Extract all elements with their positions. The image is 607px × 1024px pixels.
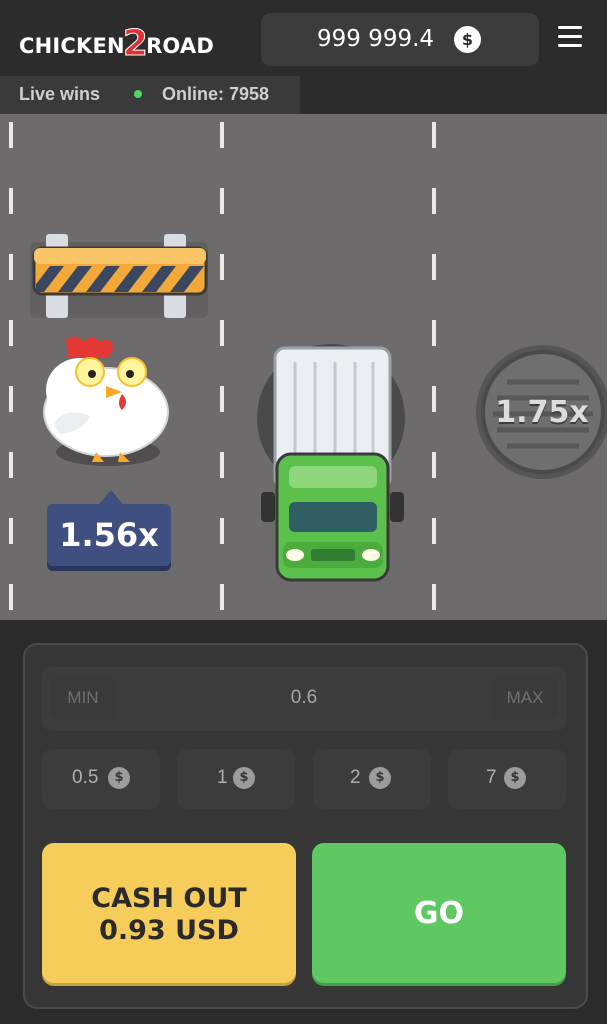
bet-control-panel: MIN 0.6 MAX 0.5 $ 1 $ 2 $ 7 $ CASH OUT 0…	[23, 643, 588, 1009]
lane-divider	[432, 114, 436, 620]
dollar-coin-icon: $	[233, 767, 255, 789]
game-logo: CHICKEN2ROAD	[19, 22, 215, 64]
online-count: Online: 7958	[162, 84, 270, 104]
logo-text-chicken: CHICKEN	[19, 34, 125, 58]
quick-bet-chip-1[interactable]: 1 $	[177, 749, 295, 809]
current-multiplier-badge: 1.56x	[47, 490, 171, 566]
chip-label: 1	[217, 767, 228, 788]
quick-bet-chip-2[interactable]: 2 $	[313, 749, 431, 809]
max-bet-button[interactable]: MAX	[492, 677, 558, 719]
chip-label: 7	[486, 767, 497, 788]
lane-divider	[9, 114, 13, 620]
balance-display: 999 999.4 $	[261, 13, 539, 66]
cash-out-button[interactable]: CASH OUT 0.93 USD	[42, 843, 296, 983]
car-bumper-icon	[487, 114, 601, 120]
top-bar: CHICKEN2ROAD 999 999.4 $	[0, 0, 607, 76]
next-multiplier-value: 1.75x	[495, 395, 589, 430]
game-road: 1.56x 1.75x	[0, 114, 607, 620]
balance-value: 999 999.4	[317, 26, 435, 52]
bet-amount-input[interactable]: 0.6	[42, 687, 566, 709]
bet-amount-field: MIN 0.6 MAX	[42, 667, 566, 731]
logo-text-road: ROAD	[146, 34, 215, 58]
go-label: GO	[413, 896, 465, 931]
chicken-character-icon	[43, 336, 169, 466]
live-status-bar: Live wins Online: 7958	[0, 76, 300, 114]
chip-label: 0.5	[72, 767, 99, 788]
dollar-coin-icon: $	[108, 767, 130, 789]
hamburger-menu-icon[interactable]	[553, 20, 587, 54]
truck-icon	[257, 344, 405, 582]
lane-divider	[220, 114, 224, 620]
cash-out-label: CASH OUT	[91, 883, 247, 914]
go-button[interactable]: GO	[312, 843, 566, 983]
live-wins-link[interactable]: Live wins	[19, 84, 100, 105]
logo-text-two: 2	[122, 23, 149, 64]
quick-bet-chip-7[interactable]: 7 $	[448, 749, 566, 809]
dollar-coin-icon: $	[369, 767, 391, 789]
quick-bet-chip-0.5[interactable]: 0.5 $	[42, 749, 160, 809]
chip-label: 2	[350, 767, 361, 788]
dollar-coin-icon: $	[504, 767, 526, 789]
current-multiplier-value: 1.56x	[59, 516, 159, 554]
cash-out-amount: 0.93 USD	[99, 915, 239, 946]
road-barrier-icon	[30, 234, 208, 318]
dollar-coin-icon: $	[454, 26, 481, 53]
online-indicator-icon	[134, 90, 142, 98]
